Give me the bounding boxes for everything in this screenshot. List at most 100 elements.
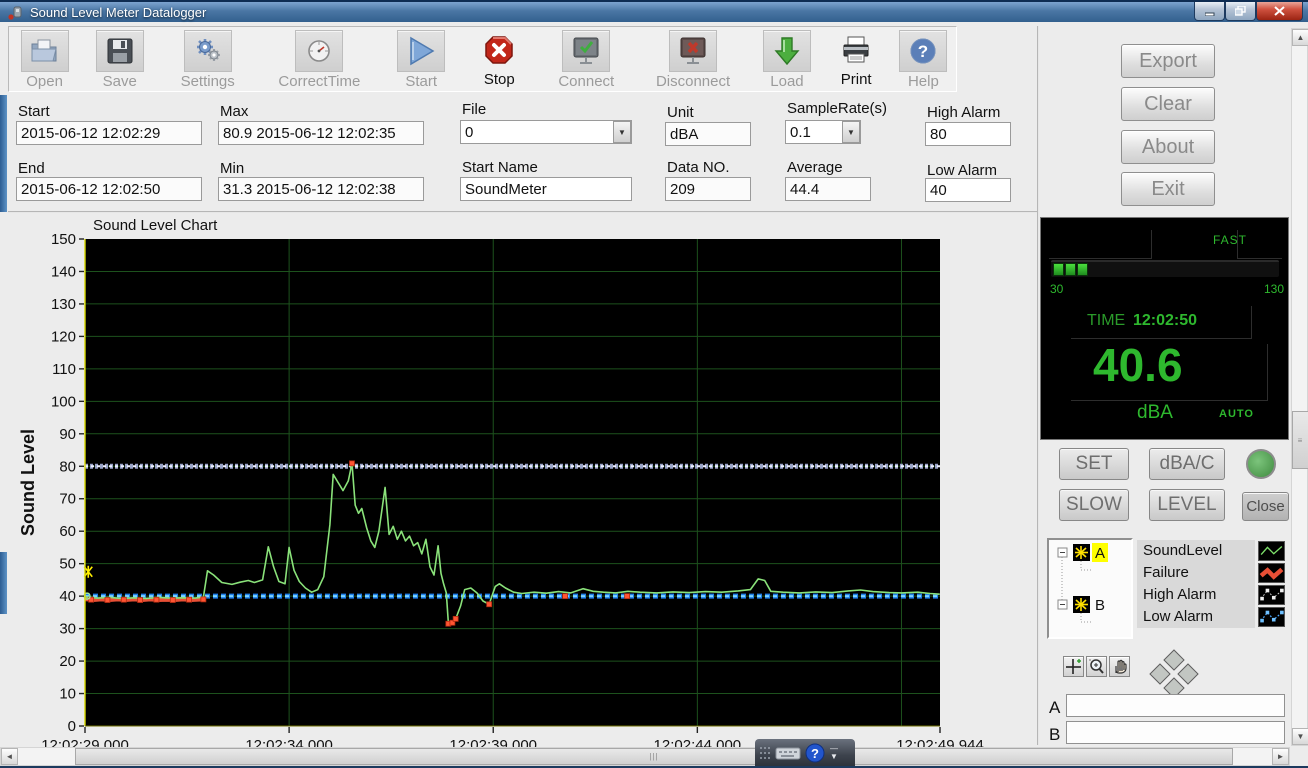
horizontal-scrollbar[interactable]: ◄ ||| ► xyxy=(0,747,1290,766)
pan-tool-button[interactable] xyxy=(1109,656,1130,677)
svg-text:140: 140 xyxy=(51,263,76,280)
about-button[interactable]: About xyxy=(1121,130,1215,164)
svg-text:100: 100 xyxy=(51,393,76,410)
cursor-a-field[interactable] xyxy=(1066,694,1285,717)
end-field-label: End xyxy=(18,160,45,177)
legend-row-soundlevel[interactable]: SoundLevel xyxy=(1137,540,1285,562)
app-icon xyxy=(8,6,24,20)
minimize-button[interactable] xyxy=(1194,2,1225,21)
scroll-left-button[interactable]: ◄ xyxy=(1,748,18,765)
highalarm-field[interactable] xyxy=(925,122,1011,146)
samplerate-select-arrow[interactable]: ▼ xyxy=(842,121,860,143)
disconnect-button[interactable]: Disconnect xyxy=(634,28,753,90)
cursor-a-label: A xyxy=(1049,698,1060,718)
settings-button[interactable]: Settings xyxy=(159,28,256,90)
correcttime-button[interactable]: CorrectTime xyxy=(256,28,383,90)
start-label: Start xyxy=(405,73,437,90)
dbac-button[interactable]: dBA/C xyxy=(1149,448,1225,480)
svg-text:110: 110 xyxy=(52,361,76,378)
scroll-right-button[interactable]: ► xyxy=(1272,748,1289,765)
legend-row-highalarm[interactable]: High Alarm xyxy=(1137,584,1285,606)
background-window-sliver xyxy=(0,95,7,212)
start-field-label: Start xyxy=(18,103,50,120)
close-panel-button[interactable]: Close xyxy=(1242,492,1289,521)
axis-scroll-diamond[interactable] xyxy=(1146,648,1202,698)
save-button[interactable]: Save xyxy=(80,28,159,90)
connect-label: Connect xyxy=(558,73,614,90)
tree-node-a-label: A xyxy=(1095,545,1105,562)
print-button[interactable]: Print xyxy=(822,28,891,90)
langbar-help-icon[interactable]: ? xyxy=(805,743,825,763)
meter-unit: dBA xyxy=(1137,402,1173,424)
min-field[interactable] xyxy=(218,177,424,201)
lowalarm-field-label: Low Alarm xyxy=(927,162,997,179)
language-bar[interactable]: ? — ▼ xyxy=(755,739,855,766)
failure-line-icon xyxy=(1258,563,1285,583)
clear-button[interactable]: Clear xyxy=(1121,87,1215,121)
legend-label: Failure xyxy=(1137,562,1255,584)
level-button[interactable]: LEVEL xyxy=(1149,489,1225,521)
export-button[interactable]: Export xyxy=(1121,44,1215,78)
sound-level-chart[interactable]: 010203040506070809010011012013014015012:… xyxy=(8,213,1018,748)
close-button[interactable] xyxy=(1256,2,1303,21)
highalarm-line-icon xyxy=(1258,585,1285,605)
meter-mode: FAST xyxy=(1213,233,1247,247)
legend-row-failure[interactable]: Failure xyxy=(1137,562,1285,584)
start-field[interactable] xyxy=(16,121,202,145)
datano-field[interactable] xyxy=(665,177,751,201)
load-button[interactable]: Load xyxy=(752,28,821,90)
langbar-options-icon[interactable]: ▼ xyxy=(830,753,838,761)
exit-button[interactable]: Exit xyxy=(1121,172,1215,206)
horizontal-scroll-thumb[interactable]: ||| xyxy=(75,748,1233,765)
lowalarm-field[interactable] xyxy=(925,178,1011,202)
vertical-scroll-thumb[interactable]: ≡ xyxy=(1292,411,1308,469)
keyboard-icon[interactable] xyxy=(775,745,801,761)
zoom-tool-button[interactable] xyxy=(1086,656,1107,677)
max-field[interactable] xyxy=(218,121,424,145)
legend-label: High Alarm xyxy=(1137,584,1255,606)
legend-row-lowalarm[interactable]: Low Alarm xyxy=(1137,606,1285,628)
legend-label: SoundLevel xyxy=(1137,540,1255,562)
cursor-tool-button[interactable] xyxy=(1063,656,1084,677)
scroll-up-button[interactable]: ▲ xyxy=(1292,29,1308,46)
scroll-down-button[interactable]: ▼ xyxy=(1292,728,1308,745)
save-floppy-icon xyxy=(107,38,133,64)
cursor-b-field[interactable] xyxy=(1066,721,1285,744)
meter-bar-segment xyxy=(1077,263,1088,276)
svg-text:50: 50 xyxy=(59,556,76,573)
set-button[interactable]: SET xyxy=(1059,448,1129,480)
connect-button[interactable]: Connect xyxy=(539,28,634,90)
help-button[interactable]: ? Help xyxy=(891,28,956,90)
main-toolbar: Open Save Settings CorrectTime Start Sto… xyxy=(8,26,957,92)
open-button[interactable]: Open xyxy=(9,28,80,90)
download-arrow-icon xyxy=(774,36,800,66)
title-bar: Sound Level Meter Datalogger xyxy=(0,0,1308,22)
vertical-scrollbar[interactable]: ▲ ≡ ▼ xyxy=(1291,28,1308,746)
svg-text:?: ? xyxy=(811,746,819,761)
file-select-arrow[interactable]: ▼ xyxy=(613,121,631,143)
average-field-label: Average xyxy=(787,159,843,176)
save-label: Save xyxy=(103,73,137,90)
start-button[interactable]: Start xyxy=(383,28,460,90)
lowalarm-line-icon xyxy=(1258,607,1285,627)
slow-button[interactable]: SLOW xyxy=(1059,489,1129,521)
meter-bar-segment xyxy=(1065,263,1076,276)
average-field[interactable] xyxy=(785,177,871,201)
langbar-grip[interactable] xyxy=(759,745,771,761)
correcttime-label: CorrectTime xyxy=(278,73,360,90)
meter-time-value: 12:02:50 xyxy=(1133,312,1197,330)
open-label: Open xyxy=(26,73,63,90)
settings-gears-icon xyxy=(193,37,223,65)
startname-field[interactable] xyxy=(460,177,632,201)
status-indicator-light xyxy=(1246,449,1276,479)
datano-field-label: Data NO. xyxy=(667,159,730,176)
meter-range-mode: AUTO xyxy=(1219,408,1254,420)
end-field[interactable] xyxy=(16,177,202,201)
file-field-label: File xyxy=(462,101,486,118)
disconnect-label: Disconnect xyxy=(656,73,730,90)
file-select[interactable] xyxy=(460,120,632,144)
restore-button[interactable] xyxy=(1225,2,1256,21)
stop-button[interactable]: Stop xyxy=(460,28,539,90)
meter-scale-min: 30 xyxy=(1050,282,1063,296)
unit-field[interactable] xyxy=(665,122,751,146)
